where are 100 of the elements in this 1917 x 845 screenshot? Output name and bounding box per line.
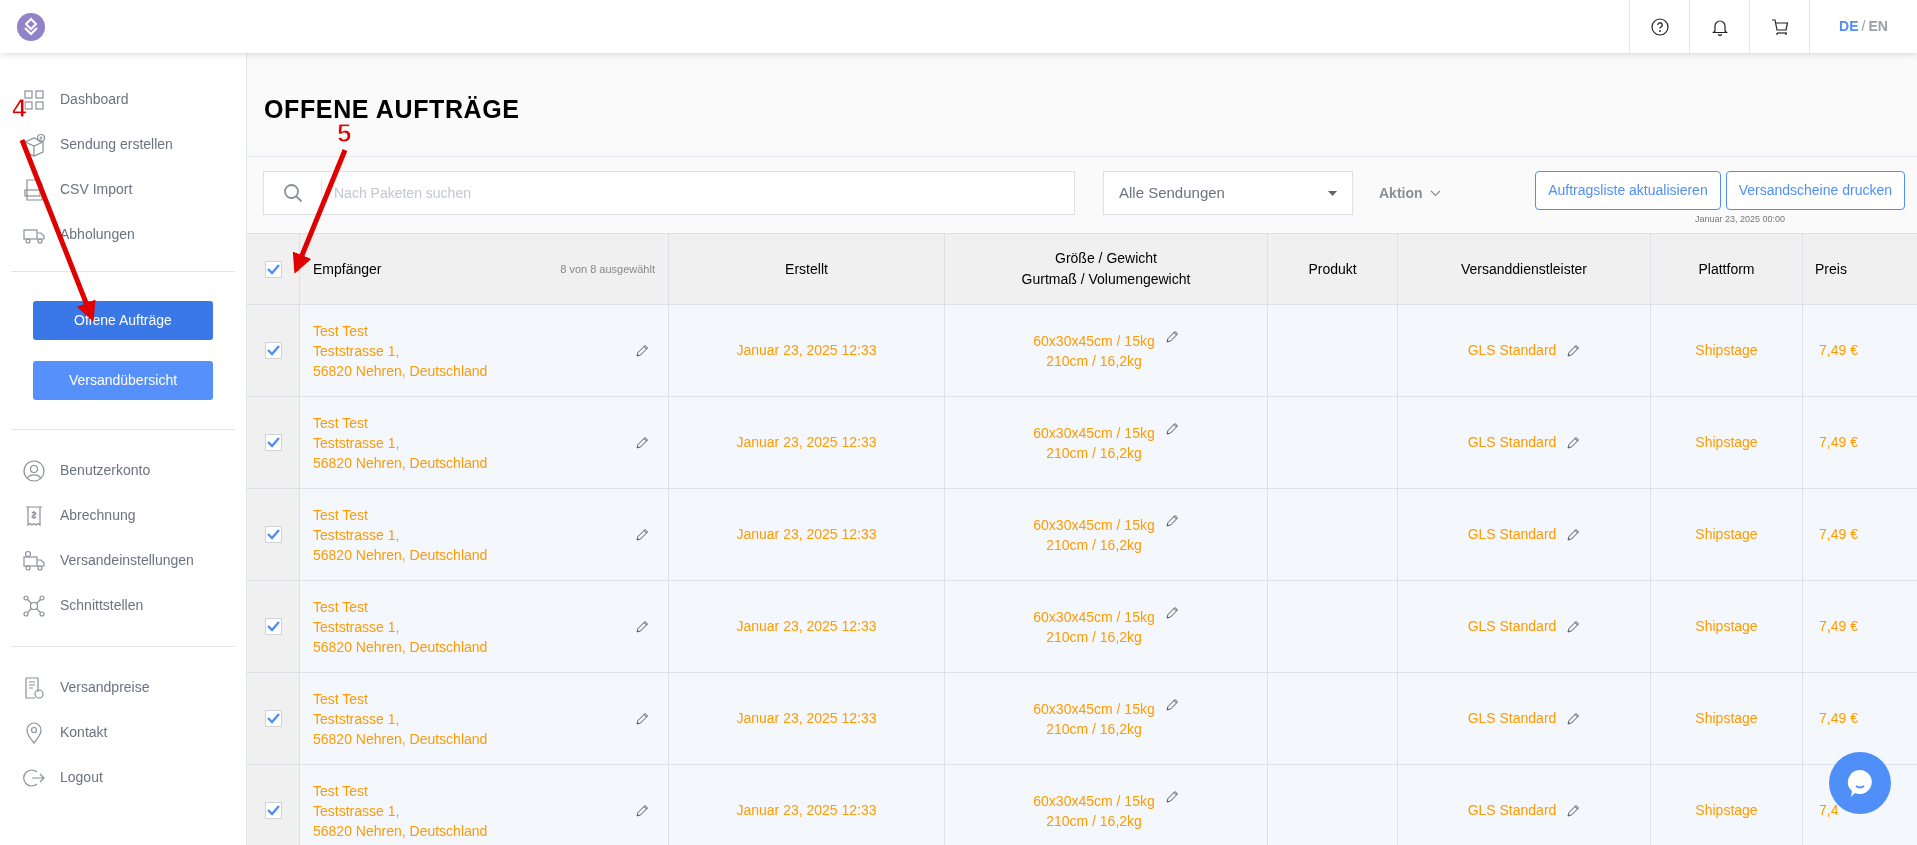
table-cell-text: Januar 23, 2025 12:33 <box>736 341 877 360</box>
table-cell-text: 7,49 € <box>1819 709 1858 728</box>
table-cell-text: Shipstage <box>1695 341 1758 360</box>
size-weight-text: 60x30x45cm / 15kg 210cm / 16,2kg <box>1033 607 1155 647</box>
table-cell-text: GLS Standard <box>1467 709 1557 728</box>
csv-file-icon <box>22 177 46 202</box>
column-header[interactable]: Versanddienstleister <box>1460 258 1588 280</box>
pencil-icon[interactable] <box>1164 790 1179 804</box>
price-sheet-icon <box>22 675 46 700</box>
annotation-number: 4 <box>12 93 27 123</box>
pencil-icon[interactable] <box>1566 803 1581 818</box>
checkbox[interactable] <box>264 802 282 819</box>
toolbar-button[interactable]: Auftragsliste aktualisieren <box>1535 171 1721 210</box>
size-weight-text: 60x30x45cm / 15kg 210cm / 16,2kg <box>1033 699 1155 739</box>
table-cell-text: 7,49 € <box>1819 617 1858 636</box>
recipient-address: Test Test Teststrasse 1, 56820 Nehren, Deutschland <box>313 689 488 749</box>
help-icon[interactable] <box>1650 17 1669 36</box>
sidebar-item[interactable]: Benutzerkonto <box>60 460 151 481</box>
bell-icon[interactable] <box>1711 17 1728 36</box>
column-header[interactable]: Preis <box>1815 258 1847 280</box>
sidebar-item[interactable]: Sendung erstellen <box>60 134 173 155</box>
column-header[interactable]: Produkt <box>1308 258 1357 280</box>
user-circle-icon <box>22 458 46 483</box>
filter-dropdown[interactable]: Alle Sendungen <box>1103 171 1353 215</box>
recipient-address: Test Test Teststrasse 1, 56820 Nehren, Deutschland <box>313 321 488 381</box>
language-link[interactable]: EN <box>1868 16 1888 37</box>
pencil-icon[interactable] <box>1164 514 1179 528</box>
nav-button[interactable]: Versandübersicht <box>33 361 213 400</box>
recipient-address: Test Test Teststrasse 1, 56820 Nehren, Deutschland <box>313 413 488 473</box>
table-cell-text: GLS Standard <box>1467 525 1557 544</box>
column-header[interactable]: Empfänger <box>313 258 382 280</box>
checkbox[interactable] <box>264 526 282 543</box>
search-input[interactable]: Nach Paketen suchen <box>322 182 1074 204</box>
sidebar-item[interactable]: Abrechnung <box>60 505 136 526</box>
checkbox[interactable] <box>264 342 282 359</box>
sidebar-item[interactable]: Versandpreise <box>60 677 150 698</box>
table-cell-text: 7,4 <box>1819 801 1839 820</box>
pencil-icon[interactable] <box>1566 435 1581 450</box>
table-cell-text: Januar 23, 2025 12:33 <box>736 525 877 544</box>
truck-gear-icon <box>22 548 46 573</box>
table-cell-text: GLS Standard <box>1467 801 1557 820</box>
chevron-down-icon <box>1429 189 1441 197</box>
size-weight-text: 60x30x45cm / 15kg 210cm / 16,2kg <box>1033 515 1155 555</box>
language-link[interactable]: DE <box>1839 16 1859 37</box>
pencil-icon[interactable] <box>1566 527 1581 542</box>
pencil-icon[interactable] <box>635 803 649 818</box>
sidebar-item[interactable]: Schnittstellen <box>60 595 144 616</box>
language-separator: / <box>1861 17 1866 36</box>
table-cell-text: Shipstage <box>1695 801 1758 820</box>
pencil-icon[interactable] <box>635 435 649 450</box>
sidebar-item[interactable]: Logout <box>60 767 103 788</box>
sidebar-item[interactable]: Abholungen <box>60 224 135 245</box>
network-icon <box>22 593 46 618</box>
pencil-icon[interactable] <box>635 343 649 358</box>
table-cell-text: Januar 23, 2025 12:33 <box>736 433 877 452</box>
sidebar-item[interactable]: Versandeinstellungen <box>60 550 194 571</box>
search-icon <box>282 183 303 203</box>
box-plus-icon <box>22 132 46 157</box>
column-header[interactable]: Plattform <box>1698 258 1755 280</box>
pencil-icon[interactable] <box>1566 343 1581 358</box>
size-weight-text: 60x30x45cm / 15kg 210cm / 16,2kg <box>1033 331 1155 371</box>
pencil-icon[interactable] <box>1164 330 1179 344</box>
column-header[interactable]: Größe / Gewicht Gurtmaß / Volumengewicht <box>1021 248 1191 290</box>
sidebar-item[interactable]: Kontakt <box>60 722 108 743</box>
sidebar-item[interactable]: Dashboard <box>60 89 129 110</box>
table-cell-text: GLS Standard <box>1467 617 1557 636</box>
table-cell-text: Januar 23, 2025 12:33 <box>736 801 877 820</box>
table-cell-text: Januar 23, 2025 12:33 <box>736 709 877 728</box>
toolbar-button[interactable]: Versandscheine drucken <box>1725 171 1905 210</box>
column-header[interactable]: Erstellt <box>785 258 828 280</box>
pencil-icon[interactable] <box>635 527 649 542</box>
logo-icon <box>17 12 45 41</box>
table-cell-text: Januar 23, 2025 12:33 <box>736 617 877 636</box>
checkbox[interactable] <box>264 710 282 727</box>
checkbox[interactable] <box>264 434 282 451</box>
dropdown-caret-icon <box>1328 190 1337 196</box>
table-cell-text: GLS Standard <box>1467 433 1557 452</box>
pencil-icon[interactable] <box>1566 711 1581 726</box>
action-menu-button[interactable]: Aktion <box>1379 171 1441 215</box>
checkbox[interactable] <box>264 618 282 635</box>
pencil-icon[interactable] <box>635 711 649 726</box>
pencil-icon[interactable] <box>1164 422 1179 436</box>
recipient-address: Test Test Teststrasse 1, 56820 Nehren, Deutschland <box>313 781 488 841</box>
size-weight-text: 60x30x45cm / 15kg 210cm / 16,2kg <box>1033 423 1155 463</box>
chat-bubble-icon <box>1846 768 1874 798</box>
table-cell-text: Shipstage <box>1695 709 1758 728</box>
size-weight-text: 60x30x45cm / 15kg 210cm / 16,2kg <box>1033 791 1155 831</box>
selection-count: 8 von 8 ausgewählt <box>560 261 655 277</box>
pencil-icon[interactable] <box>635 619 649 634</box>
recipient-address: Test Test Teststrasse 1, 56820 Nehren, Deutschland <box>313 597 488 657</box>
table-cell-text: Shipstage <box>1695 433 1758 452</box>
search-field[interactable]: Nach Paketen suchen <box>263 171 1075 215</box>
pencil-icon[interactable] <box>1164 698 1179 712</box>
checkbox[interactable] <box>264 260 282 278</box>
pencil-icon[interactable] <box>1566 619 1581 634</box>
pencil-icon[interactable] <box>1164 606 1179 620</box>
sidebar-item[interactable]: CSV Import <box>60 179 133 200</box>
cart-icon[interactable] <box>1770 17 1789 36</box>
table-cell-text: 7,49 € <box>1819 433 1858 452</box>
table-cell-text: Shipstage <box>1695 525 1758 544</box>
